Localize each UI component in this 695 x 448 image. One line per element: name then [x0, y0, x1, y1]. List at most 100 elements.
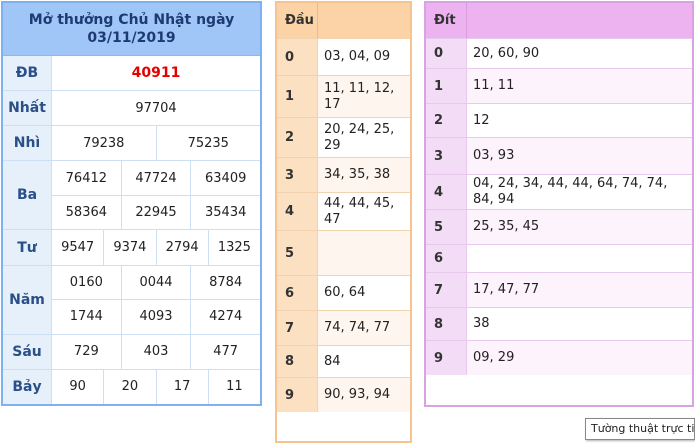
prize-row: ĐB 40911	[3, 56, 260, 92]
head-numbers: 74, 74, 77	[318, 311, 410, 345]
prize-number: 97704	[135, 100, 177, 116]
head-row: 1 11, 11, 12, 17	[277, 75, 410, 117]
tail-row: 9 09, 29	[426, 340, 692, 375]
special-prize-number: 40911	[131, 65, 181, 82]
prize-number: 9374	[104, 230, 157, 265]
tail-numbers: 03, 93	[467, 138, 692, 174]
tail-row: 6	[426, 244, 692, 272]
head-row: 4 44, 44, 45, 47	[277, 192, 410, 230]
tail-table-header-label: Đít	[426, 3, 467, 38]
prize-number: 58364	[52, 195, 122, 230]
prize-values: 79238 75235	[52, 126, 260, 161]
results-body: ĐB 40911 Nhất 97704 Nhì 79238 75235 Ba 76412 4772…	[3, 56, 260, 404]
head-digit: 6	[277, 276, 318, 310]
tail-digit: 2	[426, 104, 467, 137]
tail-row: 4 04, 24, 34, 44, 44, 64, 74, 74, 84, 94	[426, 174, 692, 209]
tail-numbers: 17, 47, 77	[467, 273, 692, 307]
prize-line: 40911	[52, 56, 260, 90]
head-numbers: 11, 11, 12, 17	[318, 76, 410, 117]
tail-digit: 8	[426, 308, 467, 340]
head-digit: 7	[277, 311, 318, 345]
prize-line: 79238 75235	[52, 126, 260, 161]
prize-number: 75235	[187, 135, 229, 151]
tail-digit: 9	[426, 341, 467, 375]
prize-line: 729 403 477	[52, 334, 260, 369]
head-digit: 1	[277, 76, 318, 117]
tail-numbers: 20, 60, 90	[473, 45, 540, 61]
prize-line: 58364 22945 35434	[52, 195, 260, 230]
prize-row: Năm 0160 0044 8784 1744 4093 4274	[3, 265, 260, 335]
prize-number: 0160	[52, 265, 122, 300]
head-digit: 8	[277, 346, 318, 377]
prize-number: 403	[122, 334, 192, 369]
prize-number: 20	[104, 369, 157, 404]
head-table-header-blank	[318, 3, 410, 38]
prize-number: 477	[213, 344, 239, 360]
prize-number: 0044	[122, 265, 192, 300]
head-numbers: 03, 04, 09	[324, 49, 391, 64]
prize-number: 729	[52, 334, 122, 369]
head-row: 6 60, 64	[277, 275, 410, 310]
prize-line: 90 20 17 11	[52, 369, 260, 404]
prize-number: 2794	[157, 230, 209, 265]
prize-number: 1744	[52, 300, 122, 334]
results-table: Mở thưởng Chủ Nhật ngày 03/11/2019 ĐB 409…	[1, 1, 262, 406]
head-digit: 5	[277, 231, 318, 275]
tail-digit-table: Đít 0 20, 60, 90 1 11, 11 2 12 3 03, 93 4 04, 24,…	[424, 1, 694, 407]
tail-digit: 4	[426, 175, 467, 209]
tail-numbers	[467, 245, 692, 272]
prize-number: 79238	[52, 126, 157, 161]
prize-line: 1744 4093 4274	[52, 300, 260, 334]
tail-table-header-blank	[467, 3, 692, 38]
prize-line: 9547 9374 2794 1325	[52, 230, 260, 265]
prize-number: 4093	[122, 300, 192, 334]
prize-number: 4274	[209, 309, 243, 325]
head-table-header-label: Đầu	[277, 3, 318, 38]
head-row: 9 90, 93, 94	[277, 377, 410, 412]
head-table-rows: 0 03, 04, 09 1 11, 11, 12, 17 2 20, 24, 25, 2…	[277, 38, 410, 412]
results-title: Mở thưởng Chủ Nhật ngày 03/11/2019	[3, 3, 260, 56]
tail-digit: 1	[426, 69, 467, 103]
tail-row: 2 12	[426, 103, 692, 137]
head-numbers: 34, 35, 38	[318, 158, 410, 192]
head-digit-table: Đầu 0 03, 04, 09 1 11, 11, 12, 17 2 20, 24, 2…	[275, 1, 412, 443]
prize-number: 8784	[209, 274, 243, 290]
prize-line: 97704	[52, 91, 260, 125]
tail-row: 0 20, 60, 90	[426, 38, 692, 68]
tail-row: 7 17, 47, 77	[426, 272, 692, 307]
tail-digit: 3	[426, 138, 467, 174]
prize-number: 17	[157, 369, 209, 404]
prize-values: 97704	[52, 91, 260, 125]
tail-numbers: 04, 24, 34, 44, 44, 64, 74, 74, 84, 94	[473, 176, 668, 207]
tooltip: Tường thuật trực tiế	[585, 418, 695, 440]
tail-digit: 5	[426, 210, 467, 244]
head-row: 2 20, 24, 25, 29	[277, 117, 410, 157]
tail-table-rows: 0 20, 60, 90 1 11, 11 2 12 3 03, 93 4 04, 24, 34,…	[426, 38, 692, 375]
prize-values: 90 20 17 11	[52, 369, 260, 404]
prize-row: Nhất 97704	[3, 91, 260, 127]
tail-numbers: 09, 29	[467, 341, 692, 375]
head-digit: 9	[277, 378, 318, 412]
results-date: 03/11/2019	[87, 30, 176, 46]
prize-number: 9547	[52, 230, 105, 265]
head-numbers: 84	[324, 353, 341, 369]
prize-line: 76412 47724 63409	[52, 161, 260, 196]
head-row: 8 84	[277, 345, 410, 377]
tail-digit: 6	[426, 245, 467, 272]
prize-label: Nhì	[3, 126, 52, 161]
tail-digit: 7	[426, 273, 467, 307]
prize-number: 1325	[217, 240, 251, 256]
prize-row: Ba 76412 47724 63409 58364 22945 35434	[3, 161, 260, 231]
prize-label: Nhất	[3, 91, 52, 126]
tail-row: 5 25, 35, 45	[426, 209, 692, 244]
prize-number: 76412	[52, 161, 122, 195]
head-numbers: 20, 24, 25, 29	[324, 121, 395, 153]
head-digit: 3	[277, 158, 318, 192]
tail-numbers: 38	[473, 316, 490, 331]
head-digit: 2	[277, 118, 318, 157]
prize-label: Ba	[3, 161, 52, 230]
head-row: 5	[277, 230, 410, 275]
head-numbers: 44, 44, 45, 47	[324, 195, 395, 227]
head-row: 0 03, 04, 09	[277, 38, 410, 75]
prize-label: Năm	[3, 265, 52, 334]
